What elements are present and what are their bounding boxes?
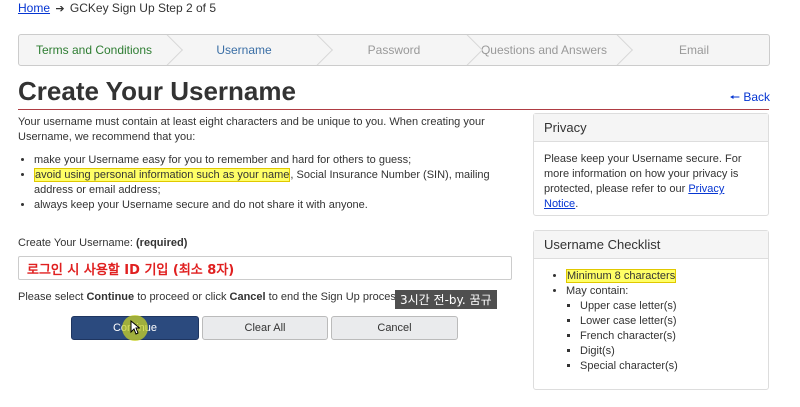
clear-all-button[interactable]: Clear All (202, 316, 328, 340)
checklist-subitem: Special character(s) (580, 359, 758, 374)
instr-part: to proceed or click (134, 291, 230, 303)
privacy-end: . (575, 198, 579, 210)
checklist-item: May contain: Upper case letter(s) Lower … (566, 284, 758, 374)
arrow-right-icon: ➔ (55, 3, 65, 15)
instr-continue: Continue (86, 291, 135, 303)
tips-list: make your Username easy for you to remem… (18, 153, 518, 213)
tip-item: always keep your Username secure and do … (34, 198, 518, 213)
checklist-subitem: Lower case letter(s) (580, 314, 758, 329)
back-label: Back (743, 90, 770, 104)
step-label: Password (367, 43, 421, 57)
step-questions: Questions and Answers (469, 35, 633, 65)
privacy-panel-body: Please keep your Username secure. For mo… (534, 142, 768, 222)
checklist-body: Minimum 8 characters May contain: Upper … (534, 259, 768, 384)
title-divider (18, 109, 769, 110)
instr-cancel: Cancel (229, 291, 266, 303)
checklist-subitem: Upper case letter(s) (580, 299, 758, 314)
username-input[interactable]: 로그인 시 사용할 ID 기입 (최소 8자) (18, 256, 512, 280)
step-terms: Terms and Conditions (19, 35, 183, 65)
main-content: Your username must contain at least eigh… (18, 115, 518, 213)
tip-item: avoid using personal information such as… (34, 168, 518, 198)
highlighted-text: avoid using personal information such as… (34, 168, 291, 182)
step-label: Username (216, 43, 272, 57)
step-label: Terms and Conditions (35, 43, 153, 57)
breadcrumb: Home ➔ GCKey Sign Up Step 2 of 5 (18, 1, 216, 15)
tip-item: make your Username easy for you to remem… (34, 153, 518, 168)
step-label: Questions and Answers (480, 43, 608, 57)
username-input-value: 로그인 시 사용할 ID 기입 (최소 8자) (27, 262, 235, 278)
step-label: Email (678, 43, 709, 57)
checklist-sublist: Upper case letter(s) Lower case letter(s… (566, 299, 758, 374)
checklist-item: Minimum 8 characters (566, 269, 758, 284)
overlay-caption: 3시간 전-by. 꿈규 (395, 290, 497, 309)
continue-button[interactable]: Continue (71, 316, 199, 340)
step-password: Password (319, 35, 483, 65)
checklist-min-length: Minimum 8 characters (566, 269, 677, 283)
instr-part: to end the Sign Up process. (265, 291, 405, 303)
privacy-panel-title: Privacy (534, 114, 768, 142)
cancel-button[interactable]: Cancel (331, 316, 458, 340)
breadcrumb-current: GCKey Sign Up Step 2 of 5 (69, 1, 217, 15)
field-label-text: Create Your Username: (18, 237, 133, 249)
back-link[interactable]: 🠔 Back (729, 88, 770, 109)
back-arrow-icon: 🠔 (729, 90, 740, 104)
username-checklist-panel: Username Checklist Minimum 8 characters … (533, 230, 769, 390)
checklist-subitem: Digit(s) (580, 344, 758, 359)
step-email: Email (619, 35, 769, 65)
privacy-panel: Privacy Please keep your Username secure… (533, 113, 769, 216)
checklist-list: Minimum 8 characters May contain: Upper … (544, 269, 758, 374)
checklist-title: Username Checklist (534, 231, 768, 259)
step-progress-bar: Terms and Conditions Username Password Q… (18, 34, 770, 66)
step-username: Username (169, 35, 333, 65)
checklist-subitem: French character(s) (580, 329, 758, 344)
instr-part: Please select (18, 291, 87, 303)
checklist-may-contain: May contain: (566, 285, 629, 297)
intro-text: Your username must contain at least eigh… (18, 116, 485, 143)
required-marker: (required) (136, 237, 188, 249)
page-title: Create Your Username (18, 76, 296, 106)
instructions-text: Please select Continue to proceed or cli… (18, 291, 404, 303)
username-field-label: Create Your Username: (required) (18, 237, 187, 249)
breadcrumb-home-link[interactable]: Home (18, 1, 50, 15)
